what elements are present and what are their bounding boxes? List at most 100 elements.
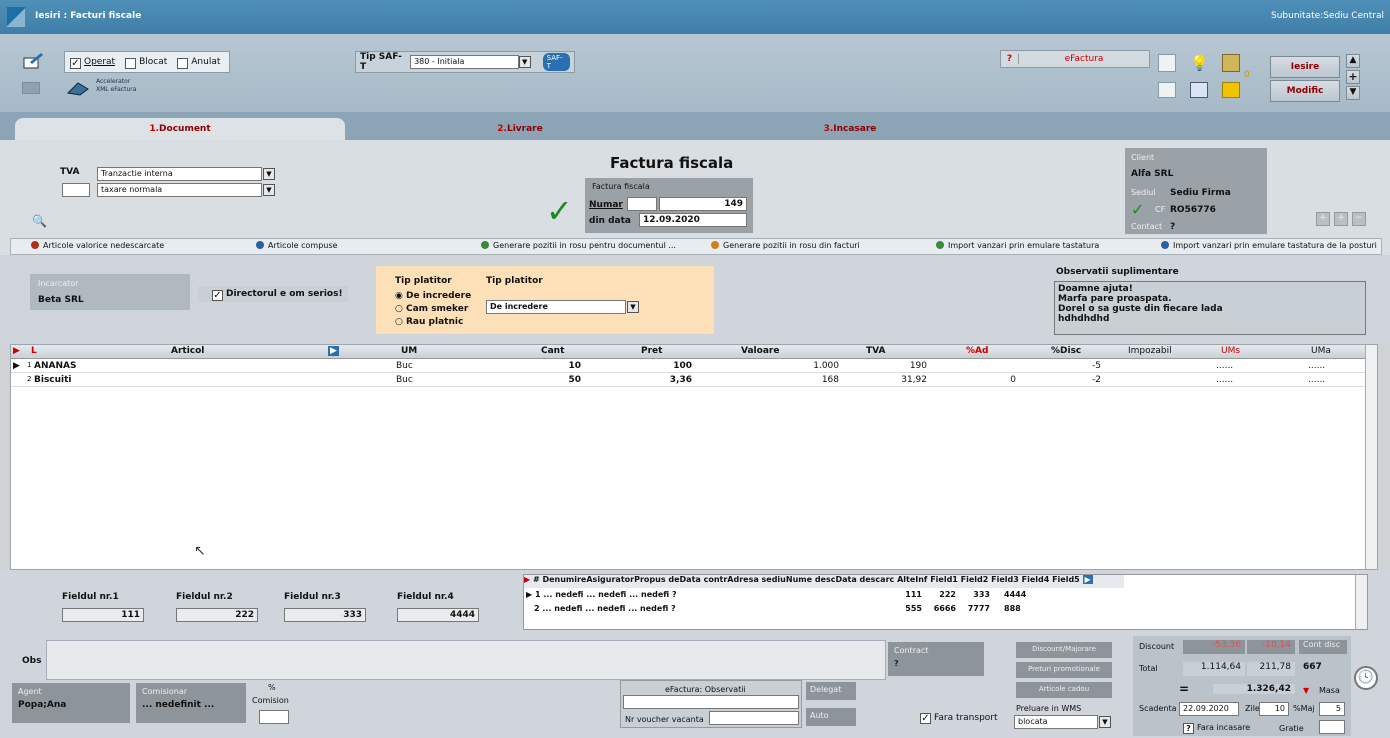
field1-value[interactable]: 111 (62, 608, 144, 622)
articole-cadou-button[interactable]: Articole cadou (1016, 682, 1112, 698)
discount-majorare-button[interactable]: Discount/Majorare (1016, 642, 1112, 658)
copy-icon[interactable] (1190, 82, 1208, 98)
chevron-down-icon[interactable]: ▼ (518, 56, 531, 68)
sediul-value[interactable]: Sediu Firma (1170, 188, 1231, 198)
col-uma[interactable]: UMa (1311, 346, 1331, 356)
din-data-field[interactable]: 12.09.2020 (639, 213, 747, 227)
chevron-down-icon[interactable]: ▼ (627, 301, 639, 313)
col-disc[interactable]: %Disc (1051, 346, 1081, 356)
modific-button[interactable]: Modific (1270, 80, 1340, 102)
director-checkbox-group[interactable]: ✓ Directorul e om serios! (198, 286, 348, 302)
col-impozabil[interactable]: Impozabil (1128, 346, 1172, 356)
up-arrow-icon[interactable]: ▲ (1346, 54, 1360, 68)
taxare-select[interactable]: taxare normala (97, 183, 262, 197)
add-icon[interactable]: + (1346, 70, 1360, 84)
subgrid-row[interactable]: ▶ 1 ... nedefi ... nedefi ... nedefi ? (526, 590, 677, 599)
tip-platitor-select[interactable]: De incredere (486, 300, 626, 314)
chevron-down-icon[interactable]: ▼ (1099, 716, 1111, 728)
folder-icon[interactable] (1222, 82, 1240, 98)
director-checkbox[interactable]: ✓ (212, 289, 223, 301)
pct-field[interactable] (62, 183, 90, 197)
saft-badge[interactable]: SAF-T (542, 53, 570, 71)
action-import-tastatura[interactable]: Import vanzari prin emulare tastatura (936, 241, 1099, 250)
efactura-help[interactable]: ? (1001, 54, 1019, 64)
action-generare-facturi[interactable]: Generare pozitii in rosu din facturi (711, 241, 860, 250)
articles-grid[interactable]: ▶ L Articol ▶ UM Cant Pret Valoare TVA %… (10, 344, 1378, 570)
operat-checkbox[interactable]: ✓ (70, 57, 81, 69)
remove-icon[interactable]: − (1352, 212, 1366, 226)
iesire-button[interactable]: Iesire (1270, 56, 1340, 78)
auto-button[interactable]: Auto (806, 708, 856, 726)
tab-incasare[interactable]: 3.Incasare (760, 118, 940, 140)
tva-select[interactable]: Tranzactie interna (97, 167, 262, 181)
comision-field[interactable] (259, 710, 289, 724)
gratie-field[interactable] (1319, 720, 1345, 734)
contract-box[interactable]: Contract ? (888, 642, 984, 676)
grid-scrollbar[interactable] (1365, 345, 1377, 569)
table-row[interactable]: 2 Biscuiti Buc 50 3,36 168 31,92 0 -2 ..… (11, 374, 1367, 387)
client-value[interactable]: Alfa SRL (1131, 169, 1173, 179)
anulat-checkbox[interactable] (177, 57, 189, 69)
col-l[interactable]: L (31, 346, 37, 356)
col-um[interactable]: UM (401, 346, 417, 356)
fara-transport-checkbox[interactable]: ✓ Fara transport (920, 712, 998, 724)
action-articole-valorice[interactable]: Articole valorice nedescarcate (31, 241, 164, 250)
field4-value[interactable]: 4444 (397, 608, 479, 622)
action-import-posturi[interactable]: Import vanzari prin emulare tastatura de… (1161, 241, 1377, 250)
agent-box[interactable]: Agent Popa;Ana (12, 683, 130, 723)
comisionar-box[interactable]: Comisionar ... nedefinit ... (136, 683, 246, 723)
search-icon[interactable]: 🔍 (32, 214, 47, 228)
radio-de-incredere[interactable]: ◉ De incredere (395, 291, 471, 301)
action-articole-compuse[interactable]: Articole compuse (256, 241, 337, 250)
edit-icon[interactable] (22, 52, 44, 70)
down-arrow-icon[interactable]: ▼ (1346, 86, 1360, 100)
fara-incasare-checkbox[interactable]: ? Fara incasare (1183, 722, 1250, 734)
maj-field[interactable]: 5 (1319, 702, 1345, 716)
col-pret[interactable]: Pret (641, 346, 662, 356)
clock-icon[interactable]: 🕓 (1354, 666, 1378, 690)
tab-document[interactable]: 1.Document (15, 118, 345, 140)
masa-label[interactable]: Masa (1319, 686, 1340, 695)
add-icon[interactable]: + (1334, 212, 1348, 226)
efactura-button[interactable]: ? eFactura (1000, 50, 1150, 68)
col-ums[interactable]: UMs (1221, 346, 1240, 356)
zile-field[interactable]: 10 (1259, 702, 1289, 716)
col-ad[interactable]: %Ad (966, 346, 988, 356)
col-toggle-icon[interactable]: ▶ (1082, 575, 1093, 584)
chevron-down-icon[interactable]: ▼ (263, 168, 275, 180)
voucher-field[interactable] (709, 711, 799, 725)
col-articol[interactable]: Articol (171, 346, 204, 356)
table-row[interactable]: ▶ 1 ANANAS Buc 10 100 1.000 190 -5 .....… (11, 360, 1367, 373)
numar-field[interactable]: 149 (659, 197, 747, 211)
subgrid-row[interactable]: 2 ... nedefi ... nedefi ... nedefi ? (534, 604, 676, 613)
obs-sup-textarea[interactable]: Doamne ajuta! Marfa pare proaspata. Dorel … (1054, 281, 1366, 335)
chevron-down-icon[interactable]: ▼ (263, 184, 275, 196)
subgrid[interactable]: ▶ # DenumireAsiguratorPropus deData cont… (523, 574, 1368, 630)
tab-livrare[interactable]: 2.Livrare (430, 118, 610, 140)
lightbulb-icon[interactable]: 💡 (1190, 54, 1209, 72)
radio-cam-smeker[interactable]: ○ Cam smeker (395, 304, 468, 314)
incarcator-value[interactable]: Beta SRL (38, 295, 84, 305)
accelerator-icon[interactable] (66, 79, 90, 97)
col-tva[interactable]: TVA (866, 346, 885, 356)
col-valoare[interactable]: Valoare (741, 346, 779, 356)
document-icon[interactable] (1158, 54, 1176, 72)
preturi-promo-button[interactable]: Preturi promotionale (1016, 662, 1112, 678)
field3-value[interactable]: 333 (284, 608, 366, 622)
efactura-obs-field[interactable] (623, 695, 799, 709)
blocat-checkbox[interactable] (125, 57, 137, 69)
wms-select[interactable]: blocata (1014, 715, 1098, 729)
col-cant[interactable]: Cant (541, 346, 564, 356)
printer-icon[interactable] (1158, 82, 1176, 98)
obs-textarea[interactable] (46, 640, 886, 680)
calculator-icon[interactable] (1222, 54, 1240, 72)
field2-value[interactable]: 222 (176, 608, 258, 622)
contact-value[interactable]: ? (1170, 222, 1175, 232)
action-generare-document[interactable]: Generare pozitii in rosu pentru document… (481, 241, 676, 250)
col-toggle-icon[interactable]: ▶ (328, 346, 339, 356)
radio-rau-platnic[interactable]: ○ Rau platnic (395, 317, 463, 327)
subgrid-scrollbar[interactable] (1355, 575, 1367, 629)
scadenta-field[interactable]: 22.09.2020 (1179, 702, 1239, 716)
delegat-button[interactable]: Delegat (806, 682, 856, 700)
saft-select[interactable]: 380 - Initiala (410, 55, 519, 69)
